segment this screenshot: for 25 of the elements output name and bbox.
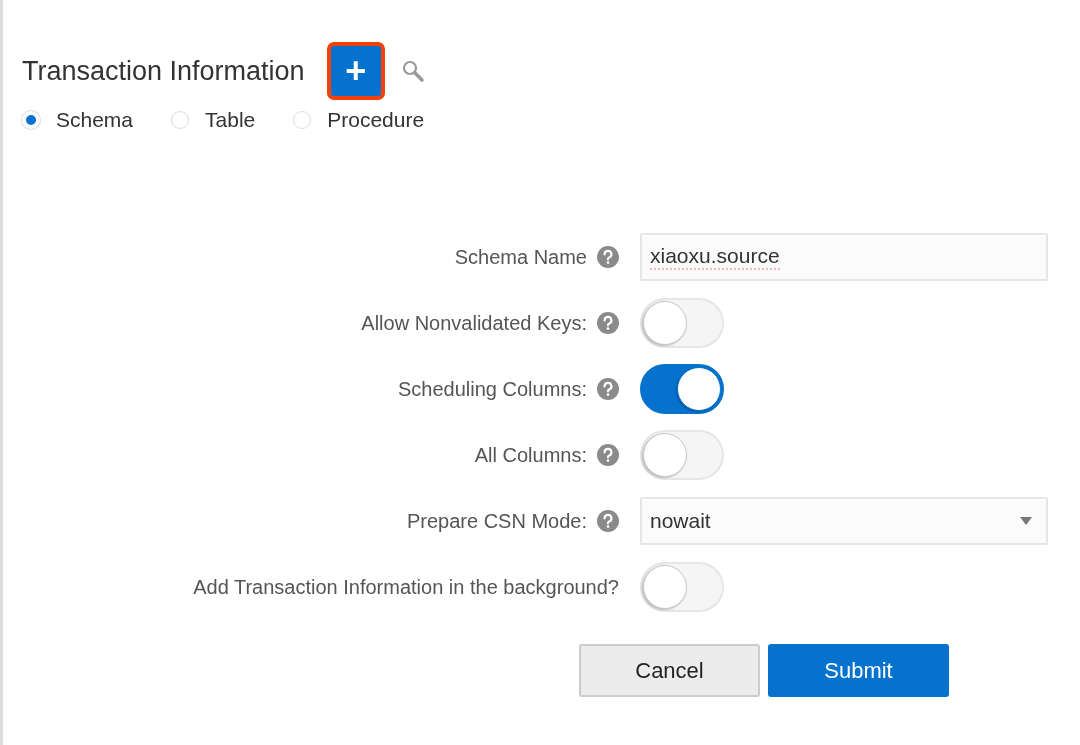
field-label: Add Transaction Information in the background? (193, 575, 619, 599)
submit-button[interactable]: Submit (768, 644, 949, 697)
field-label: Prepare CSN Mode: (406, 509, 587, 533)
cancel-button[interactable]: Cancel (579, 644, 760, 697)
add-button[interactable]: + (326, 42, 385, 100)
radio-option[interactable]: Table (171, 108, 256, 132)
toggle-switch[interactable] (640, 364, 724, 414)
field-label: All Columns: (474, 443, 587, 467)
radio-button[interactable] (171, 111, 190, 129)
field-label: Scheduling Columns: (398, 377, 587, 401)
help-icon[interactable] (597, 246, 619, 268)
help-icon[interactable] (597, 444, 619, 466)
help-icon[interactable] (597, 378, 619, 400)
help-icon[interactable] (597, 312, 619, 334)
field-label: Schema Name (454, 245, 587, 269)
radio-option[interactable]: Procedure (293, 108, 425, 132)
caret-icon (1020, 517, 1032, 525)
dropdown[interactable]: nowait (640, 497, 1048, 545)
radio-button[interactable] (293, 111, 312, 129)
section-title: Transaction Information (22, 55, 305, 87)
radio-option[interactable]: Schema (22, 108, 134, 132)
search-icon[interactable] (400, 59, 425, 83)
field-label: Allow Nonvalidated Keys: (361, 311, 587, 335)
help-icon[interactable] (597, 510, 619, 532)
text-field[interactable]: xiaoxu.source (640, 233, 1048, 281)
